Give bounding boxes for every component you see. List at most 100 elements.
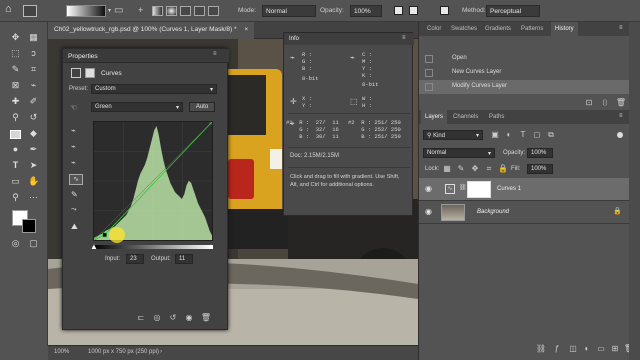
close-icon[interactable]: × (244, 26, 248, 33)
crop-tool-icon[interactable]: ⌗ (28, 64, 39, 75)
tab-swatches[interactable]: Swatches (447, 22, 481, 36)
tab-paths[interactable]: Paths (485, 110, 508, 124)
more-tools-icon[interactable]: ⋯ (28, 192, 39, 203)
trash-icon[interactable]: 🗑 (615, 98, 627, 107)
document-tab[interactable]: Ch02_yellowtruck_rgb.psd @ 100% (Curves … (48, 22, 255, 39)
new-document-from-state-icon[interactable]: ⊡ (583, 98, 595, 107)
lock-transparent-icon[interactable]: ▦ (441, 164, 453, 173)
folder-icon[interactable]: ▭ (114, 5, 123, 16)
layer-thumbnail[interactable] (441, 204, 465, 221)
visibility-icon[interactable]: ◉ (183, 313, 195, 322)
clipping-warning-icon[interactable]: ⛰ (71, 222, 78, 232)
history-brush-source-icon[interactable] (425, 69, 433, 77)
history-item[interactable]: Open (419, 52, 640, 66)
lasso-tool-icon[interactable]: ↄ (28, 48, 39, 59)
clip-to-layer-icon[interactable]: ⊏ (135, 313, 147, 322)
panel-menu-icon[interactable]: ≡ (213, 51, 217, 57)
group-folder-icon[interactable]: ▭ (595, 344, 607, 353)
curve-control-point[interactable] (102, 232, 107, 238)
layer-row-curves[interactable]: ◉ ∿ ⛓ Curves 1 (419, 178, 640, 201)
add-icon[interactable]: + (138, 5, 143, 15)
tab-channels[interactable]: Channels (449, 110, 482, 124)
hand-tool-icon[interactable]: ✋ (28, 176, 39, 187)
quick-select-icon[interactable]: ✎ (10, 64, 21, 75)
transparency-checkbox[interactable] (440, 6, 449, 15)
clone-stamp-icon[interactable]: ⚲ (10, 112, 21, 123)
white-slider-icon[interactable]: ▲ (207, 242, 215, 251)
link-layers-icon[interactable]: ⛓ (535, 344, 547, 353)
screen-mode-icon[interactable]: ▢ (28, 238, 39, 249)
history-brush-source-icon[interactable] (425, 83, 433, 91)
gradient-tool-preset-icon[interactable] (23, 5, 37, 17)
fx-icon[interactable]: ƒ (551, 344, 563, 353)
tab-gradients[interactable]: Gradients (481, 22, 515, 36)
black-slider-icon[interactable]: ▲ (90, 242, 98, 251)
trash-icon[interactable]: 🗑 (200, 313, 212, 322)
filter-shape-icon[interactable]: ◻ (531, 130, 543, 139)
view-previous-icon[interactable]: ◎ (151, 313, 163, 322)
artboard-tool-icon[interactable]: ▦ (28, 32, 39, 43)
preset-select[interactable]: Custom ▾ (91, 84, 217, 94)
type-tool-icon[interactable]: T (10, 160, 21, 171)
filter-adjustment-icon[interactable]: ◐ (503, 130, 515, 139)
dodge-tool-icon[interactable]: ● (10, 144, 21, 155)
layer-filter-kind[interactable]: ⚲ Kind ▾ (423, 130, 483, 140)
adjustment-layer-icon[interactable]: ◐ (581, 344, 593, 353)
zoom-level[interactable]: 100% (54, 349, 69, 355)
history-brush-source-icon[interactable] (425, 55, 433, 63)
history-item[interactable]: New Curves Layer (419, 66, 640, 80)
frame-tool-icon[interactable]: ⊠ (10, 80, 21, 91)
chevron-right-icon[interactable]: › (160, 349, 162, 355)
smooth-curve-icon[interactable]: ⤳ (71, 206, 77, 214)
brush-tool-icon[interactable]: ✐ (28, 96, 39, 107)
rectangle-tool-icon[interactable]: ▭ (10, 176, 21, 187)
eyedropper-icon[interactable]: ⌁ (28, 80, 39, 91)
reflected-gradient-icon[interactable] (194, 6, 205, 16)
gradient-tool-icon[interactable] (10, 130, 21, 139)
reverse-checkbox[interactable] (394, 6, 403, 15)
diamond-gradient-icon[interactable] (208, 6, 219, 16)
fill-input[interactable]: 100% (527, 164, 553, 174)
marquee-tool-icon[interactable]: ⬚ (10, 48, 21, 59)
lock-artboard-icon[interactable]: ⌗ (483, 164, 495, 174)
layer-row-background[interactable]: ◉ Background 🔒 (419, 201, 640, 224)
link-icon[interactable]: ⛓ (459, 184, 467, 191)
angle-gradient-icon[interactable] (180, 6, 191, 16)
background-color-swatch[interactable] (22, 219, 36, 233)
method-select[interactable]: Perceptual (486, 5, 540, 17)
lock-image-icon[interactable]: ✎ (455, 164, 467, 173)
history-item-selected[interactable]: Modify Curves Layer (419, 80, 640, 94)
pencil-draw-icon[interactable]: ✎ (71, 190, 78, 199)
panel-menu-icon[interactable]: ≡ (402, 35, 406, 41)
panel-menu-icon[interactable]: ≡ (619, 113, 623, 119)
quick-mask-icon[interactable]: ◎ (10, 238, 21, 249)
mode-select[interactable]: Normal (262, 5, 316, 17)
mask-icon[interactable] (85, 68, 95, 78)
lock-all-icon[interactable]: 🔒 (497, 164, 509, 173)
pen-tool-icon[interactable]: ✒ (28, 144, 39, 155)
home-icon[interactable]: ⌂ (5, 3, 12, 15)
opacity-input[interactable]: 100% (350, 5, 382, 17)
panel-menu-icon[interactable]: ≡ (619, 25, 623, 31)
white-point-eyedropper-icon[interactable]: ⌁ (71, 158, 76, 167)
tab-layers[interactable]: Layers (421, 110, 448, 124)
blend-mode-select[interactable]: Normal ▾ (423, 148, 495, 158)
layer-opacity-input[interactable]: 100% (527, 148, 553, 158)
move-tool-icon[interactable]: ✥ (10, 32, 21, 43)
gradient-picker[interactable] (66, 5, 106, 17)
zoom-tool-icon[interactable]: ⚲ (10, 192, 21, 203)
reset-icon[interactable]: ↺ (167, 313, 179, 322)
curves-graph[interactable] (91, 119, 215, 243)
blur-tool-icon[interactable]: ◆ (28, 128, 39, 139)
layer-mask-thumbnail[interactable] (467, 181, 491, 198)
black-point-eyedropper-icon[interactable]: ⌁ (71, 126, 76, 135)
linear-gradient-icon[interactable] (152, 6, 163, 16)
edit-points-curve-icon[interactable]: ∿ (69, 174, 83, 185)
channel-select[interactable]: Green ▾ (91, 102, 183, 112)
eye-icon[interactable]: ◉ (425, 184, 432, 193)
lock-position-icon[interactable]: ✥ (469, 164, 481, 173)
tab-patterns[interactable]: Patterns (517, 22, 547, 36)
filter-pixel-icon[interactable]: ▣ (489, 130, 501, 139)
new-layer-icon[interactable]: ⊞ (609, 344, 621, 353)
path-select-icon[interactable]: ➤ (28, 160, 39, 171)
